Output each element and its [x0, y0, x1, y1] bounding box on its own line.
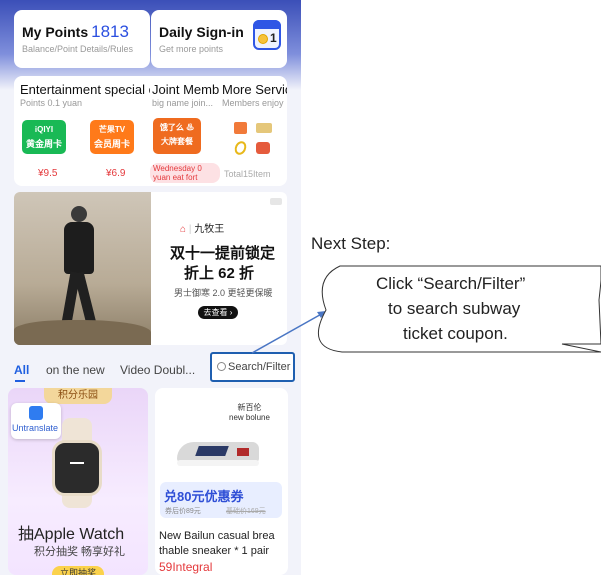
search-filter-button[interactable]: Search/Filter: [210, 352, 295, 382]
brand-en: new bolune: [229, 413, 270, 422]
promo-banner[interactable]: ⌂ | 九牧王 双十一提前锁定 折上 62 折 男士御寒 2.0 更轻更保暖 去…: [14, 192, 287, 345]
my-points-subtitle: Balance/Point Details/Rules: [22, 44, 134, 54]
product-name-line2: thable sneaker * 1 pair: [159, 545, 270, 557]
joint-membership-section[interactable]: Joint Memb big name join... 饿了么 ♨ 大牌套餐 W…: [150, 76, 220, 186]
tab-all-underline: [15, 380, 25, 382]
more-total: Total15Item: [224, 169, 271, 179]
tab-on-the-new[interactable]: on the new: [46, 363, 105, 377]
daily-signin-subtitle: Get more points: [159, 44, 224, 54]
mango-price: ¥6.9: [106, 168, 126, 179]
entertainment-title: Entertainment special c: [20, 82, 150, 97]
product-name-line1: New Bailun casual brea: [159, 530, 275, 542]
apple-watch-subtitle: 积分抽奖 畅享好礼: [34, 546, 126, 558]
next-step-label: Next Step:: [311, 234, 391, 253]
product-price: 59Integral: [159, 560, 213, 574]
more-services-section[interactable]: More Servic Members enjoy Total15Item: [220, 76, 287, 186]
iqiyi-logo-text: iQIYI: [34, 125, 54, 134]
apple-watch-lottery-card[interactable]: 积分乐园 Untranslate 抽Apple Watch 积分抽奖 畅享好礼 …: [8, 388, 148, 575]
model-figure: [61, 206, 97, 326]
tab-all[interactable]: All: [14, 363, 29, 377]
translate-icon: [29, 406, 43, 420]
tab-video-double[interactable]: Video Doubl...: [120, 363, 195, 377]
joint-badge-line1: Wednesday 0: [153, 164, 202, 173]
joint-badge: Wednesday 0 yuan eat fort: [150, 163, 220, 183]
search-filter-label: Search/Filter: [228, 361, 291, 373]
my-points-title: My Points 1813: [22, 22, 129, 42]
joint-title: Joint Memb: [152, 82, 220, 97]
my-points-label: My Points: [22, 24, 89, 40]
services-card: Entertainment special c Points 0.1 yuan …: [14, 76, 287, 186]
iqiyi-card-tile[interactable]: iQIYI 黄金周卡: [22, 120, 66, 154]
eleme-tile-label: 大牌套餐: [161, 137, 193, 146]
brand-cn: 新百伦: [237, 403, 262, 412]
coupon-title: 兑80元优惠券: [164, 489, 244, 504]
mango-card-tile[interactable]: 芒果TV 会员周卡: [90, 120, 134, 154]
points-balance: 1813: [91, 22, 129, 41]
bubble-line2: to search subway: [388, 299, 521, 318]
iqiyi-card-name: 黄金周卡: [25, 139, 62, 149]
gold-logo-icon: [256, 123, 272, 133]
banner-brand-logo: ⌂ | 九牧王: [180, 224, 225, 235]
more-title: More Servic: [222, 82, 287, 97]
banner-headline1: 双十一提前锁定: [170, 245, 276, 262]
coupon-banner: 兑80元优惠券 券后价89元 基础价169元: [160, 482, 282, 518]
coupon-after-price: 券后价89元: [165, 508, 201, 515]
watch-image: [48, 418, 108, 508]
banner-desc: 男士御寒 2.0 更轻更保暖: [174, 288, 273, 298]
banner-cta-button[interactable]: 去查看 ›: [198, 306, 238, 319]
sneaker-product-card[interactable]: 新百伦 new bolune 兑80元优惠券 券后价89元 基础价169元 Ne…: [155, 388, 288, 575]
joint-badge-line2: yuan eat fort: [153, 173, 198, 182]
mango-logo-text: 芒果TV: [98, 125, 126, 134]
entertainment-section[interactable]: Entertainment special c Points 0.1 yuan …: [14, 76, 150, 186]
points-park-ribbon: 积分乐园: [44, 388, 112, 404]
daily-signin-title: Daily Sign-in: [159, 24, 244, 40]
signin-count: 1: [270, 31, 277, 45]
bubble-line3: ticket coupon.: [403, 324, 508, 343]
apple-watch-title: 抽Apple Watch: [18, 526, 125, 543]
iqiyi-price: ¥9.5: [38, 168, 58, 179]
banner-photo: [14, 192, 151, 345]
sneaker-image: [177, 434, 259, 468]
rocks: [14, 320, 151, 345]
arrow-head: [317, 311, 326, 318]
ring-icon: [232, 139, 249, 157]
coin-icon: [258, 34, 268, 44]
more-subtitle: Members enjoy: [222, 98, 284, 108]
new-bolune-logo: 新百伦 new bolune: [229, 402, 270, 422]
phone-screen: My Points 1813 Balance/Point Details/Rule…: [0, 0, 301, 575]
gift-box-icon: [234, 122, 247, 134]
coupon-original-price: 基础价169元: [226, 508, 266, 515]
banner-headline2: 折上 62 折: [184, 265, 255, 282]
banner-brand: 九牧王: [194, 224, 225, 235]
search-icon: [217, 362, 226, 371]
joint-subtitle: big name join...: [152, 98, 214, 108]
ad-tag: [270, 198, 282, 205]
eleme-tile[interactable]: 饿了么 ♨ 大牌套餐: [153, 118, 201, 154]
mango-card-name: 会员周卡: [93, 139, 130, 149]
daily-signin-card[interactable]: Daily Sign-in Get more points 1: [151, 10, 287, 68]
eleme-logo-text: 饿了么 ♨: [159, 123, 195, 132]
draw-now-button[interactable]: 立即抽奖: [52, 566, 104, 575]
bubble-line1: Click “Search/Filter”: [376, 274, 526, 293]
calendar-icon: 1: [253, 20, 281, 50]
entertainment-subtitle: Points 0.1 yuan: [20, 98, 83, 108]
cake-icon: [256, 142, 270, 154]
my-points-card[interactable]: My Points 1813 Balance/Point Details/Rule…: [14, 10, 150, 68]
